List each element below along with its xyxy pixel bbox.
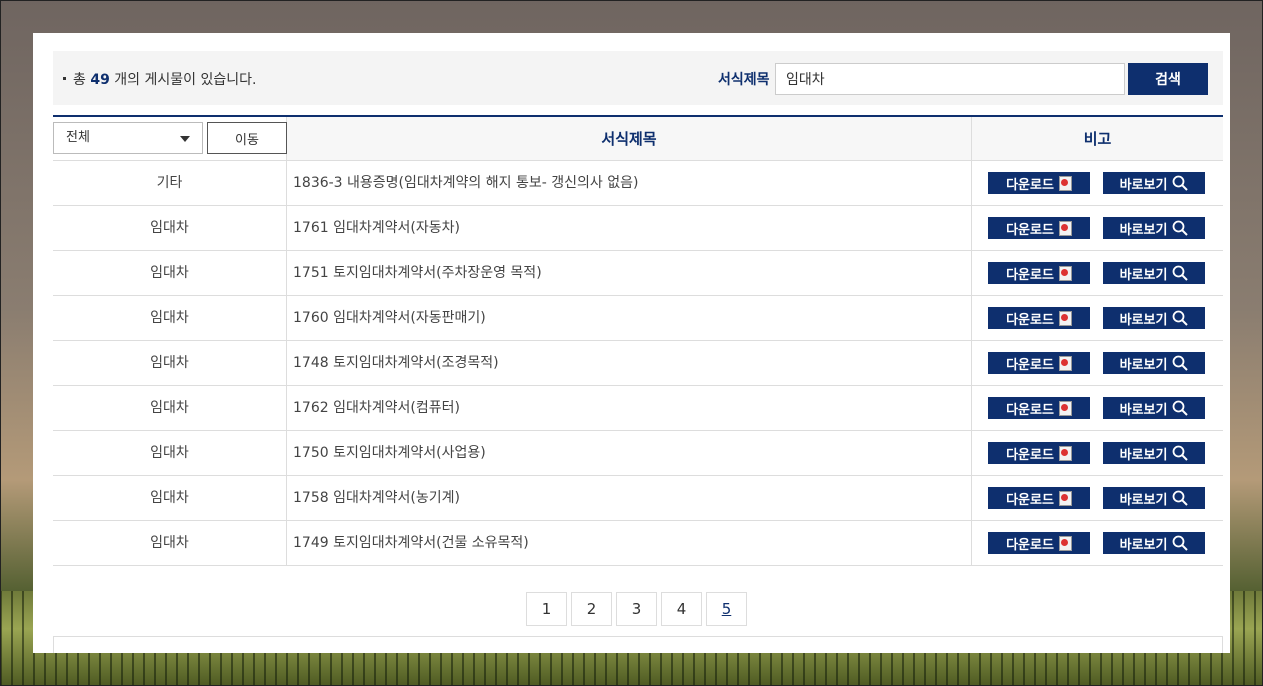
row-actions: 다운로드 바로보기 xyxy=(972,341,1223,385)
table-row: 임대차 1750 토지임대차계약서(사업용) 다운로드 바로보기 xyxy=(53,431,1223,476)
forms-table: 전체 이동 서식제목 비고 기타 1836-3 내용증명(임대차계약의 해지 통… xyxy=(53,115,1223,566)
download-button[interactable]: 다운로드 xyxy=(988,352,1090,374)
pagination: 12345 xyxy=(526,592,747,626)
row-title[interactable]: 1761 임대차계약서(자동차) xyxy=(287,206,972,250)
search-icon xyxy=(1173,355,1189,371)
document-icon xyxy=(1058,490,1072,506)
row-actions: 다운로드 바로보기 xyxy=(972,251,1223,295)
search-icon xyxy=(1173,490,1189,506)
download-button[interactable]: 다운로드 xyxy=(988,307,1090,329)
row-category: 임대차 xyxy=(53,521,287,565)
row-category: 임대차 xyxy=(53,296,287,340)
search-icon xyxy=(1173,535,1189,551)
download-button[interactable]: 다운로드 xyxy=(988,262,1090,284)
row-category: 기타 xyxy=(53,161,287,205)
download-button[interactable]: 다운로드 xyxy=(988,172,1090,194)
view-button[interactable]: 바로보기 xyxy=(1103,307,1205,329)
view-button[interactable]: 바로보기 xyxy=(1103,532,1205,554)
download-button[interactable]: 다운로드 xyxy=(988,217,1090,239)
row-actions: 다운로드 바로보기 xyxy=(972,431,1223,475)
header-title: 서식제목 xyxy=(287,117,972,160)
view-button[interactable]: 바로보기 xyxy=(1103,397,1205,419)
document-icon xyxy=(1058,400,1072,416)
search-icon xyxy=(1173,400,1189,416)
search-icon xyxy=(1173,445,1189,461)
download-button[interactable]: 다운로드 xyxy=(988,487,1090,509)
row-title[interactable]: 1750 토지임대차계약서(사업용) xyxy=(287,431,972,475)
row-title[interactable]: 1762 임대차계약서(컴퓨터) xyxy=(287,386,972,430)
row-category: 임대차 xyxy=(53,341,287,385)
row-title[interactable]: 1749 토지임대차계약서(건물 소유목적) xyxy=(287,521,972,565)
row-actions: 다운로드 바로보기 xyxy=(972,161,1223,205)
search-label: 서식제목 xyxy=(718,72,770,88)
bullet-icon xyxy=(63,76,66,80)
document-icon xyxy=(1058,310,1072,326)
header-note: 비고 xyxy=(1083,130,1112,148)
search-icon xyxy=(1173,220,1189,236)
table-body: 기타 1836-3 내용증명(임대차계약의 해지 통보- 갱신의사 없음) 다운… xyxy=(53,161,1223,566)
row-title[interactable]: 1760 임대차계약서(자동판매기) xyxy=(287,296,972,340)
row-actions: 다운로드 바로보기 xyxy=(972,521,1223,565)
table-row: 임대차 1760 임대차계약서(자동판매기) 다운로드 바로보기 xyxy=(53,296,1223,341)
search-icon xyxy=(1173,265,1189,281)
row-actions: 다운로드 바로보기 xyxy=(972,386,1223,430)
view-button[interactable]: 바로보기 xyxy=(1103,352,1205,374)
table-row: 임대차 1762 임대차계약서(컴퓨터) 다운로드 바로보기 xyxy=(53,386,1223,431)
category-select[interactable]: 전체 xyxy=(53,122,203,154)
download-button[interactable]: 다운로드 xyxy=(988,532,1090,554)
document-icon xyxy=(1058,355,1072,371)
document-icon xyxy=(1058,445,1072,461)
view-button[interactable]: 바로보기 xyxy=(1103,487,1205,509)
table-row: 임대차 1751 토지임대차계약서(주차장운영 목적) 다운로드 바로보기 xyxy=(53,251,1223,296)
page-link-2[interactable]: 2 xyxy=(571,592,612,626)
view-button[interactable]: 바로보기 xyxy=(1103,262,1205,284)
page-link-5[interactable]: 5 xyxy=(706,592,747,626)
row-category: 임대차 xyxy=(53,431,287,475)
page-link-4[interactable]: 4 xyxy=(661,592,702,626)
row-actions: 다운로드 바로보기 xyxy=(972,206,1223,250)
document-icon xyxy=(1058,175,1072,191)
row-title[interactable]: 1836-3 내용증명(임대차계약의 해지 통보- 갱신의사 없음) xyxy=(287,161,972,205)
move-button[interactable]: 이동 xyxy=(207,122,287,154)
search-bar: 총 49 개의 게시물이 있습니다. 서식제목 검색 xyxy=(53,51,1223,105)
document-icon xyxy=(1058,220,1072,236)
document-icon xyxy=(1058,535,1072,551)
download-button[interactable]: 다운로드 xyxy=(988,397,1090,419)
view-button[interactable]: 바로보기 xyxy=(1103,172,1205,194)
search-button[interactable]: 검색 xyxy=(1128,63,1208,95)
row-category: 임대차 xyxy=(53,206,287,250)
search-icon xyxy=(1173,175,1189,191)
search-icon xyxy=(1173,310,1189,326)
total-count-text: 총 49 개의 게시물이 있습니다. xyxy=(63,69,256,89)
search-input[interactable] xyxy=(775,63,1125,95)
row-actions: 다운로드 바로보기 xyxy=(972,296,1223,340)
page-link-1[interactable]: 1 xyxy=(526,592,567,626)
row-category: 임대차 xyxy=(53,476,287,520)
chevron-down-icon xyxy=(180,136,190,142)
view-button[interactable]: 바로보기 xyxy=(1103,442,1205,464)
row-category: 임대차 xyxy=(53,251,287,295)
row-title[interactable]: 1758 임대차계약서(농기계) xyxy=(287,476,972,520)
table-row: 임대차 1758 임대차계약서(농기계) 다운로드 바로보기 xyxy=(53,476,1223,521)
document-icon xyxy=(1058,265,1072,281)
download-button[interactable]: 다운로드 xyxy=(988,442,1090,464)
table-header: 전체 이동 서식제목 비고 xyxy=(53,117,1223,161)
row-category: 임대차 xyxy=(53,386,287,430)
category-filter-cell: 전체 이동 xyxy=(53,117,287,160)
view-button[interactable]: 바로보기 xyxy=(1103,217,1205,239)
bottom-section xyxy=(53,636,1223,653)
row-title[interactable]: 1751 토지임대차계약서(주차장운영 목적) xyxy=(287,251,972,295)
row-actions: 다운로드 바로보기 xyxy=(972,476,1223,520)
table-row: 임대차 1749 토지임대차계약서(건물 소유목적) 다운로드 바로보기 xyxy=(53,521,1223,566)
table-row: 임대차 1748 토지임대차계약서(조경목적) 다운로드 바로보기 xyxy=(53,341,1223,386)
page-link-3[interactable]: 3 xyxy=(616,592,657,626)
total-count: 49 xyxy=(90,72,110,88)
table-row: 임대차 1761 임대차계약서(자동차) 다운로드 바로보기 xyxy=(53,206,1223,251)
table-row: 기타 1836-3 내용증명(임대차계약의 해지 통보- 갱신의사 없음) 다운… xyxy=(53,161,1223,206)
row-title[interactable]: 1748 토지임대차계약서(조경목적) xyxy=(287,341,972,385)
content-panel: 총 49 개의 게시물이 있습니다. 서식제목 검색 전체 이동 서식제목 비고… xyxy=(33,33,1230,653)
